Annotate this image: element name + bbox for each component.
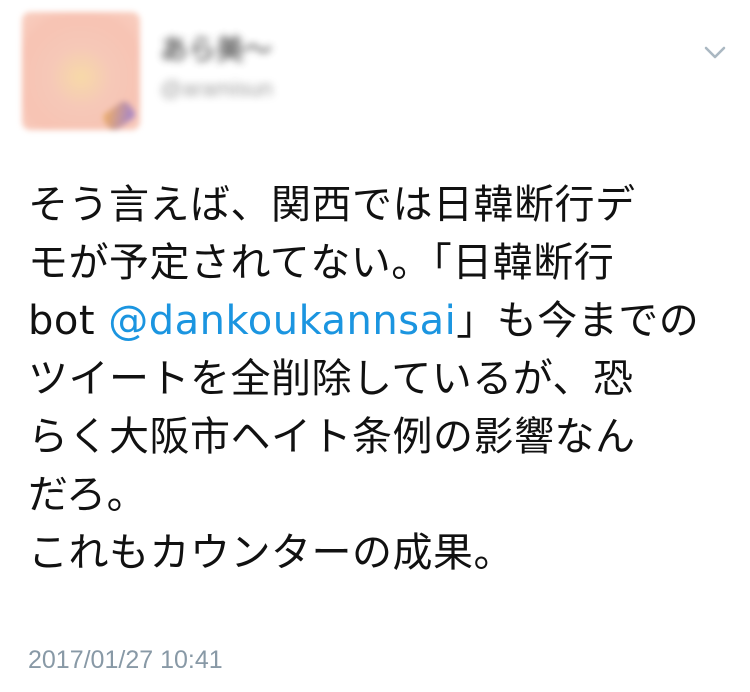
mention-link[interactable]: @dankoukannsai [108,298,456,344]
tweet-timestamp[interactable]: 2017/01/27 10:41 [28,646,223,675]
tweet-text-segment: 」も今までの [456,298,700,344]
tweet-text-line: モが予定されてない。「日韓断行 [28,240,615,286]
tweet-menu-button[interactable] [700,38,730,68]
tweet-text-line: bot @dankoukannsai」も今までの [28,292,728,350]
avatar[interactable] [22,12,140,130]
tweet-text-line: これもカウンターの成果。 [28,530,514,576]
tweet-text: そう言えば、関西では日韓断行デ モが予定されてない。「日韓断行 bot @dan… [28,176,728,582]
tweet-text-segment: bot [28,298,109,344]
author-display-name[interactable]: あら美〜 [160,28,272,68]
tweet-text-line: そう言えば、関西では日韓断行デ [28,182,636,228]
tweet-text-line: らく大阪市ヘイト条例の影響なん [28,414,636,460]
tweet-text-line: ツイートを全削除しているが、恐 [28,356,634,402]
avatar-accent [100,99,138,130]
tweet-text-line: だろ。 [28,472,148,518]
tweet-card: あら美〜 @aramisun そう言えば、関西では日韓断行デ モが予定されてない… [0,0,750,692]
chevron-down-icon [704,46,726,59]
author-handle[interactable]: @aramisun [160,76,273,102]
